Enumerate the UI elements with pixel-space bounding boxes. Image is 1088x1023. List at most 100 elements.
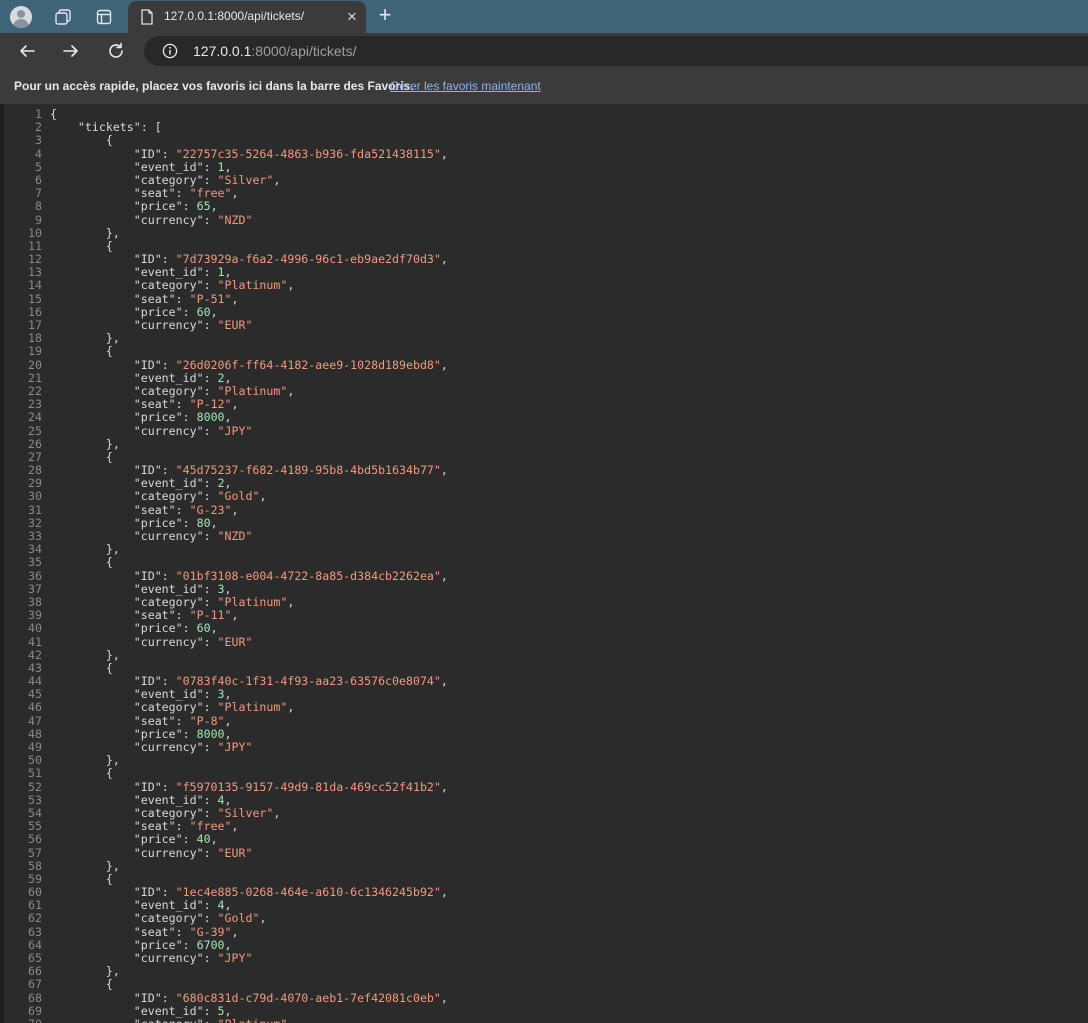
line-number: 50 [28, 753, 42, 768]
line-number: 4 [35, 146, 42, 161]
active-tab[interactable]: 127.0.0.1:8000/api/tickets/ × [128, 1, 366, 33]
json-punct: , [210, 832, 218, 847]
profile-avatar-button[interactable] [8, 4, 34, 30]
line-number: 10 [28, 225, 42, 240]
json-string: "P-12" [189, 397, 232, 412]
reload-button[interactable] [103, 38, 129, 64]
code-line: 25 "currency": "JPY" [0, 423, 1088, 438]
new-tab-button[interactable]: + [374, 4, 396, 27]
line-number: 33 [28, 529, 42, 543]
json-key: "ID" [133, 990, 162, 1005]
json-key: "price" [133, 199, 183, 214]
code-line: 2 "tickets": [ [0, 120, 1088, 135]
profile-avatar-icon [10, 6, 32, 28]
line-number: 17 [28, 318, 42, 332]
line-number: 34 [28, 542, 42, 557]
json-punct: , [440, 357, 448, 372]
json-key: "currency" [133, 740, 204, 754]
line-number: 43 [28, 660, 42, 675]
json-punct: { [105, 660, 113, 675]
line-number: 56 [28, 832, 42, 847]
json-punct: , [210, 621, 218, 636]
json-punct: : [175, 186, 190, 201]
line-number: 26 [28, 436, 42, 451]
line-number: 16 [28, 304, 42, 319]
line-number: 23 [28, 397, 42, 412]
back-button[interactable] [14, 38, 40, 64]
line-number: 49 [28, 740, 42, 754]
line-number: 27 [28, 449, 42, 464]
json-string: "Platinum" [217, 700, 288, 715]
json-punct: , [224, 1003, 232, 1018]
line-number: 24 [28, 410, 42, 425]
line-number: 25 [28, 423, 42, 438]
json-punct: : [203, 318, 218, 332]
line-number: 53 [28, 792, 42, 807]
workspaces-button[interactable] [50, 4, 76, 30]
json-string: "Silver" [217, 805, 274, 820]
json-punct: : [203, 212, 218, 227]
json-punct: : [182, 515, 197, 530]
json-punct: , [231, 186, 239, 201]
site-info-icon[interactable] [162, 43, 178, 59]
line-number: 41 [28, 634, 42, 649]
json-number: 1 [217, 159, 225, 174]
code-line: 18 }, [0, 331, 1088, 345]
json-number: 65 [196, 199, 211, 214]
json-key: "seat" [133, 502, 176, 517]
json-punct: , [210, 199, 218, 214]
json-key: "ID" [133, 357, 162, 372]
json-punct: , [224, 726, 232, 741]
json-viewer: 1{2 "tickets": [3 {4 "ID": "22757c35-526… [0, 104, 1088, 1023]
json-number: 3 [217, 581, 225, 596]
json-string: "EUR" [217, 845, 253, 860]
json-punct: : [203, 489, 218, 504]
address-bar[interactable]: 127.0.0.1:8000/api/tickets/ [144, 36, 1088, 66]
json-number: 2 [217, 370, 225, 385]
url-path: :8000/api/tickets/ [251, 43, 357, 59]
favorites-hint: Pour un accès rapide, placez vos favoris… [14, 79, 414, 93]
line-number: 64 [28, 937, 42, 952]
json-key: "category" [133, 278, 204, 293]
json-key: "ID" [133, 568, 162, 583]
json-key: "event_id" [133, 898, 204, 913]
line-number: 22 [28, 383, 42, 398]
json-string: "P-11" [189, 608, 232, 623]
code-line: 26 }, [0, 436, 1088, 451]
tab-actions-button[interactable] [91, 4, 117, 30]
json-key: "seat" [133, 397, 176, 412]
forward-button[interactable] [58, 38, 84, 64]
json-string: "Platinum" [218, 1017, 288, 1023]
code-line: 17 "currency": "EUR" [0, 318, 1088, 332]
json-punct: : [203, 845, 218, 860]
json-key: "tickets" [77, 120, 141, 135]
tab-actions-icon [96, 9, 112, 25]
line-number: 70 [0, 1017, 50, 1023]
manage-favorites-link[interactable]: Gérer les favoris maintenant [390, 79, 541, 93]
url-text[interactable]: 127.0.0.1:8000/api/tickets/ [193, 43, 356, 59]
line-number: 55 [28, 819, 42, 834]
line-number: 31 [28, 502, 42, 517]
line-number: 44 [28, 674, 42, 689]
json-string: "1ec4e885-0268-464e-a610-6c1346245b92" [175, 885, 441, 900]
json-punct: { [105, 871, 113, 886]
json-punct: : [203, 159, 218, 174]
json-key: "ID" [133, 779, 162, 794]
close-tab-icon[interactable]: × [343, 8, 361, 26]
code-line: 10 }, [0, 225, 1088, 240]
line-number: 6 [35, 172, 42, 187]
line-number: 37 [28, 581, 42, 596]
